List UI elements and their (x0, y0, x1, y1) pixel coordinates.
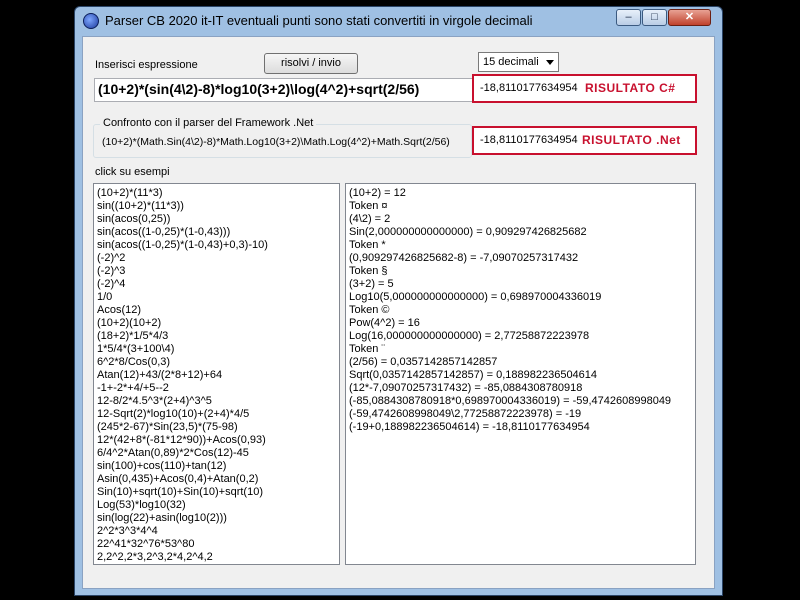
step-item[interactable]: Log10(5,000000000000000) = 0,69897000433… (346, 291, 695, 304)
step-item[interactable]: Token © (346, 304, 695, 317)
example-item[interactable]: sin(100)+cos(110)+tan(12) (94, 460, 339, 473)
decimals-dropdown[interactable]: 15 decimali (478, 52, 559, 72)
example-item[interactable]: sin((10+2)*(11*3)) (94, 200, 339, 213)
framework-groupbox: Confronto con il parser del Framework .N… (93, 117, 472, 158)
example-item[interactable]: (10+2)(10+2) (94, 317, 339, 330)
examples-label: click su esempi (95, 166, 170, 178)
step-item[interactable]: Token § (346, 265, 695, 278)
chevron-down-icon (546, 60, 554, 65)
example-item[interactable]: 12-Sqrt(2)*log10(10)+(2+4)*4/5 (94, 408, 339, 421)
globe-app-icon (83, 13, 99, 29)
step-item[interactable]: Sqrt(0,0357142857142857) = 0,18898223650… (346, 369, 695, 382)
client-area: Inserisci espressione risolvi / invio 15… (82, 36, 715, 589)
example-item[interactable]: -1+-2*+4/+5--2 (94, 382, 339, 395)
example-item[interactable]: (-2)^2 (94, 252, 339, 265)
example-item[interactable]: 6^2*8/Cos(0,3) (94, 356, 339, 369)
example-item[interactable]: sin(log(22)+asin(log10(2))) (94, 512, 339, 525)
main-window: Parser CB 2020 it-IT eventuali punti son… (74, 6, 723, 596)
example-item[interactable]: 1/0 (94, 291, 339, 304)
step-item[interactable]: (4\2) = 2 (346, 213, 695, 226)
example-item[interactable]: (245*2-67)*Sin(23,5)*(75-98) (94, 421, 339, 434)
example-item[interactable]: (18+2)*1/5*4/3 (94, 330, 339, 343)
result-net-value: -18,8110177634954 (480, 134, 578, 146)
step-item[interactable]: Log(16,000000000000000) = 2,772588722239… (346, 330, 695, 343)
example-item[interactable]: sin(acos((1-0,25)*(1-0,43)+0,3)-10) (94, 239, 339, 252)
example-item[interactable]: 12-8/2*4.5^3*(2+4)^3^5 (94, 395, 339, 408)
example-item[interactable]: sin(acos(0,25)) (94, 213, 339, 226)
solve-button[interactable]: risolvi / invio (264, 53, 358, 74)
step-item[interactable]: Token ¨ (346, 343, 695, 356)
example-item[interactable]: sin(acos((1-0,25)*(1-0,43))) (94, 226, 339, 239)
example-item[interactable]: Log(53)*log10(32) (94, 499, 339, 512)
window-title: Parser CB 2020 it-IT eventuali punti son… (105, 13, 533, 28)
example-item[interactable]: Asin(0,435)+Acos(0,4)+Atan(0,2) (94, 473, 339, 486)
step-item[interactable]: (3+2) = 5 (346, 278, 695, 291)
example-item[interactable]: Acos(12) (94, 304, 339, 317)
framework-group-title: Confronto con il parser del Framework .N… (100, 117, 317, 129)
example-item[interactable]: 2^2*3^3*4^4 (94, 525, 339, 538)
step-item[interactable]: (10+2) = 12 (346, 187, 695, 200)
step-item[interactable]: (-19+0,188982236504614) = -18,8110177634… (346, 421, 695, 434)
title-bar[interactable]: Parser CB 2020 it-IT eventuali punti son… (75, 7, 722, 35)
decimals-selected-value: 15 decimali (483, 56, 539, 68)
step-item[interactable]: Token ¤ (346, 200, 695, 213)
result-csharp-tag: RISULTATO C# (585, 81, 676, 95)
examples-list[interactable]: (10+2)*(11*3) sin((10+2)*(11*3)) sin(acos(… (93, 183, 340, 565)
maximize-button[interactable]: □ (642, 9, 667, 26)
example-item[interactable]: Sin(10)+sqrt(10)+Sin(10)+sqrt(10) (94, 486, 339, 499)
example-item[interactable]: (-2)^4 (94, 278, 339, 291)
step-item[interactable]: (0,909297426825682-8) = -7,0907025731743… (346, 252, 695, 265)
example-item[interactable]: 2,2^2,2*3,2^3,2*4,2^4,2 (94, 551, 339, 564)
step-item[interactable]: Sin(2,000000000000000) = 0,9092974268256… (346, 226, 695, 239)
minimize-button[interactable]: – (616, 9, 641, 26)
step-item[interactable]: (12*-7,09070257317432) = -85,08843087809… (346, 382, 695, 395)
example-item[interactable]: 22^41*32^76*53^80 (94, 538, 339, 551)
example-item[interactable]: 6/4^2*Atan(0,89)*2*Cos(12)-45 (94, 447, 339, 460)
result-csharp-value: -18,8110177634954 (480, 82, 578, 94)
step-item[interactable]: (2/56) = 0,0357142857142857 (346, 356, 695, 369)
example-item[interactable]: (-2)^3 (94, 265, 339, 278)
step-item[interactable]: Pow(4^2) = 16 (346, 317, 695, 330)
step-item[interactable]: (-59,4742608998049\2,77258872223978) = -… (346, 408, 695, 421)
step-item[interactable]: (-85,0884308780918*0,698970004336019) = … (346, 395, 695, 408)
step-item[interactable]: Token * (346, 239, 695, 252)
example-item[interactable]: Atan(12)+43/(2*8+12)+64 (94, 369, 339, 382)
result-net-box: -18,8110177634954 RISULTATO .Net (472, 126, 697, 155)
steps-list[interactable]: (10+2) = 12 Token ¤ (4\2) = 2 Sin(2,0000000… (345, 183, 696, 565)
expression-input[interactable]: (10+2)*(sin(4\2)-8)*log10(3+2)\log(4^2)+… (94, 78, 475, 102)
expression-label: Inserisci espressione (95, 59, 198, 71)
example-item[interactable]: 1*5/4*(3+100\4) (94, 343, 339, 356)
result-csharp-box: -18,8110177634954 RISULTATO C# (472, 74, 697, 103)
close-button[interactable]: ✕ (668, 9, 711, 26)
example-item[interactable]: 12*(42+8*(-81*12*90))+Acos(0,93) (94, 434, 339, 447)
example-item[interactable]: (10+2)*(11*3) (94, 187, 339, 200)
result-net-tag: RISULTATO .Net (582, 133, 681, 147)
framework-expression: (10+2)*(Math.Sin(4\2)-8)*Math.Log10(3+2)… (102, 136, 450, 148)
